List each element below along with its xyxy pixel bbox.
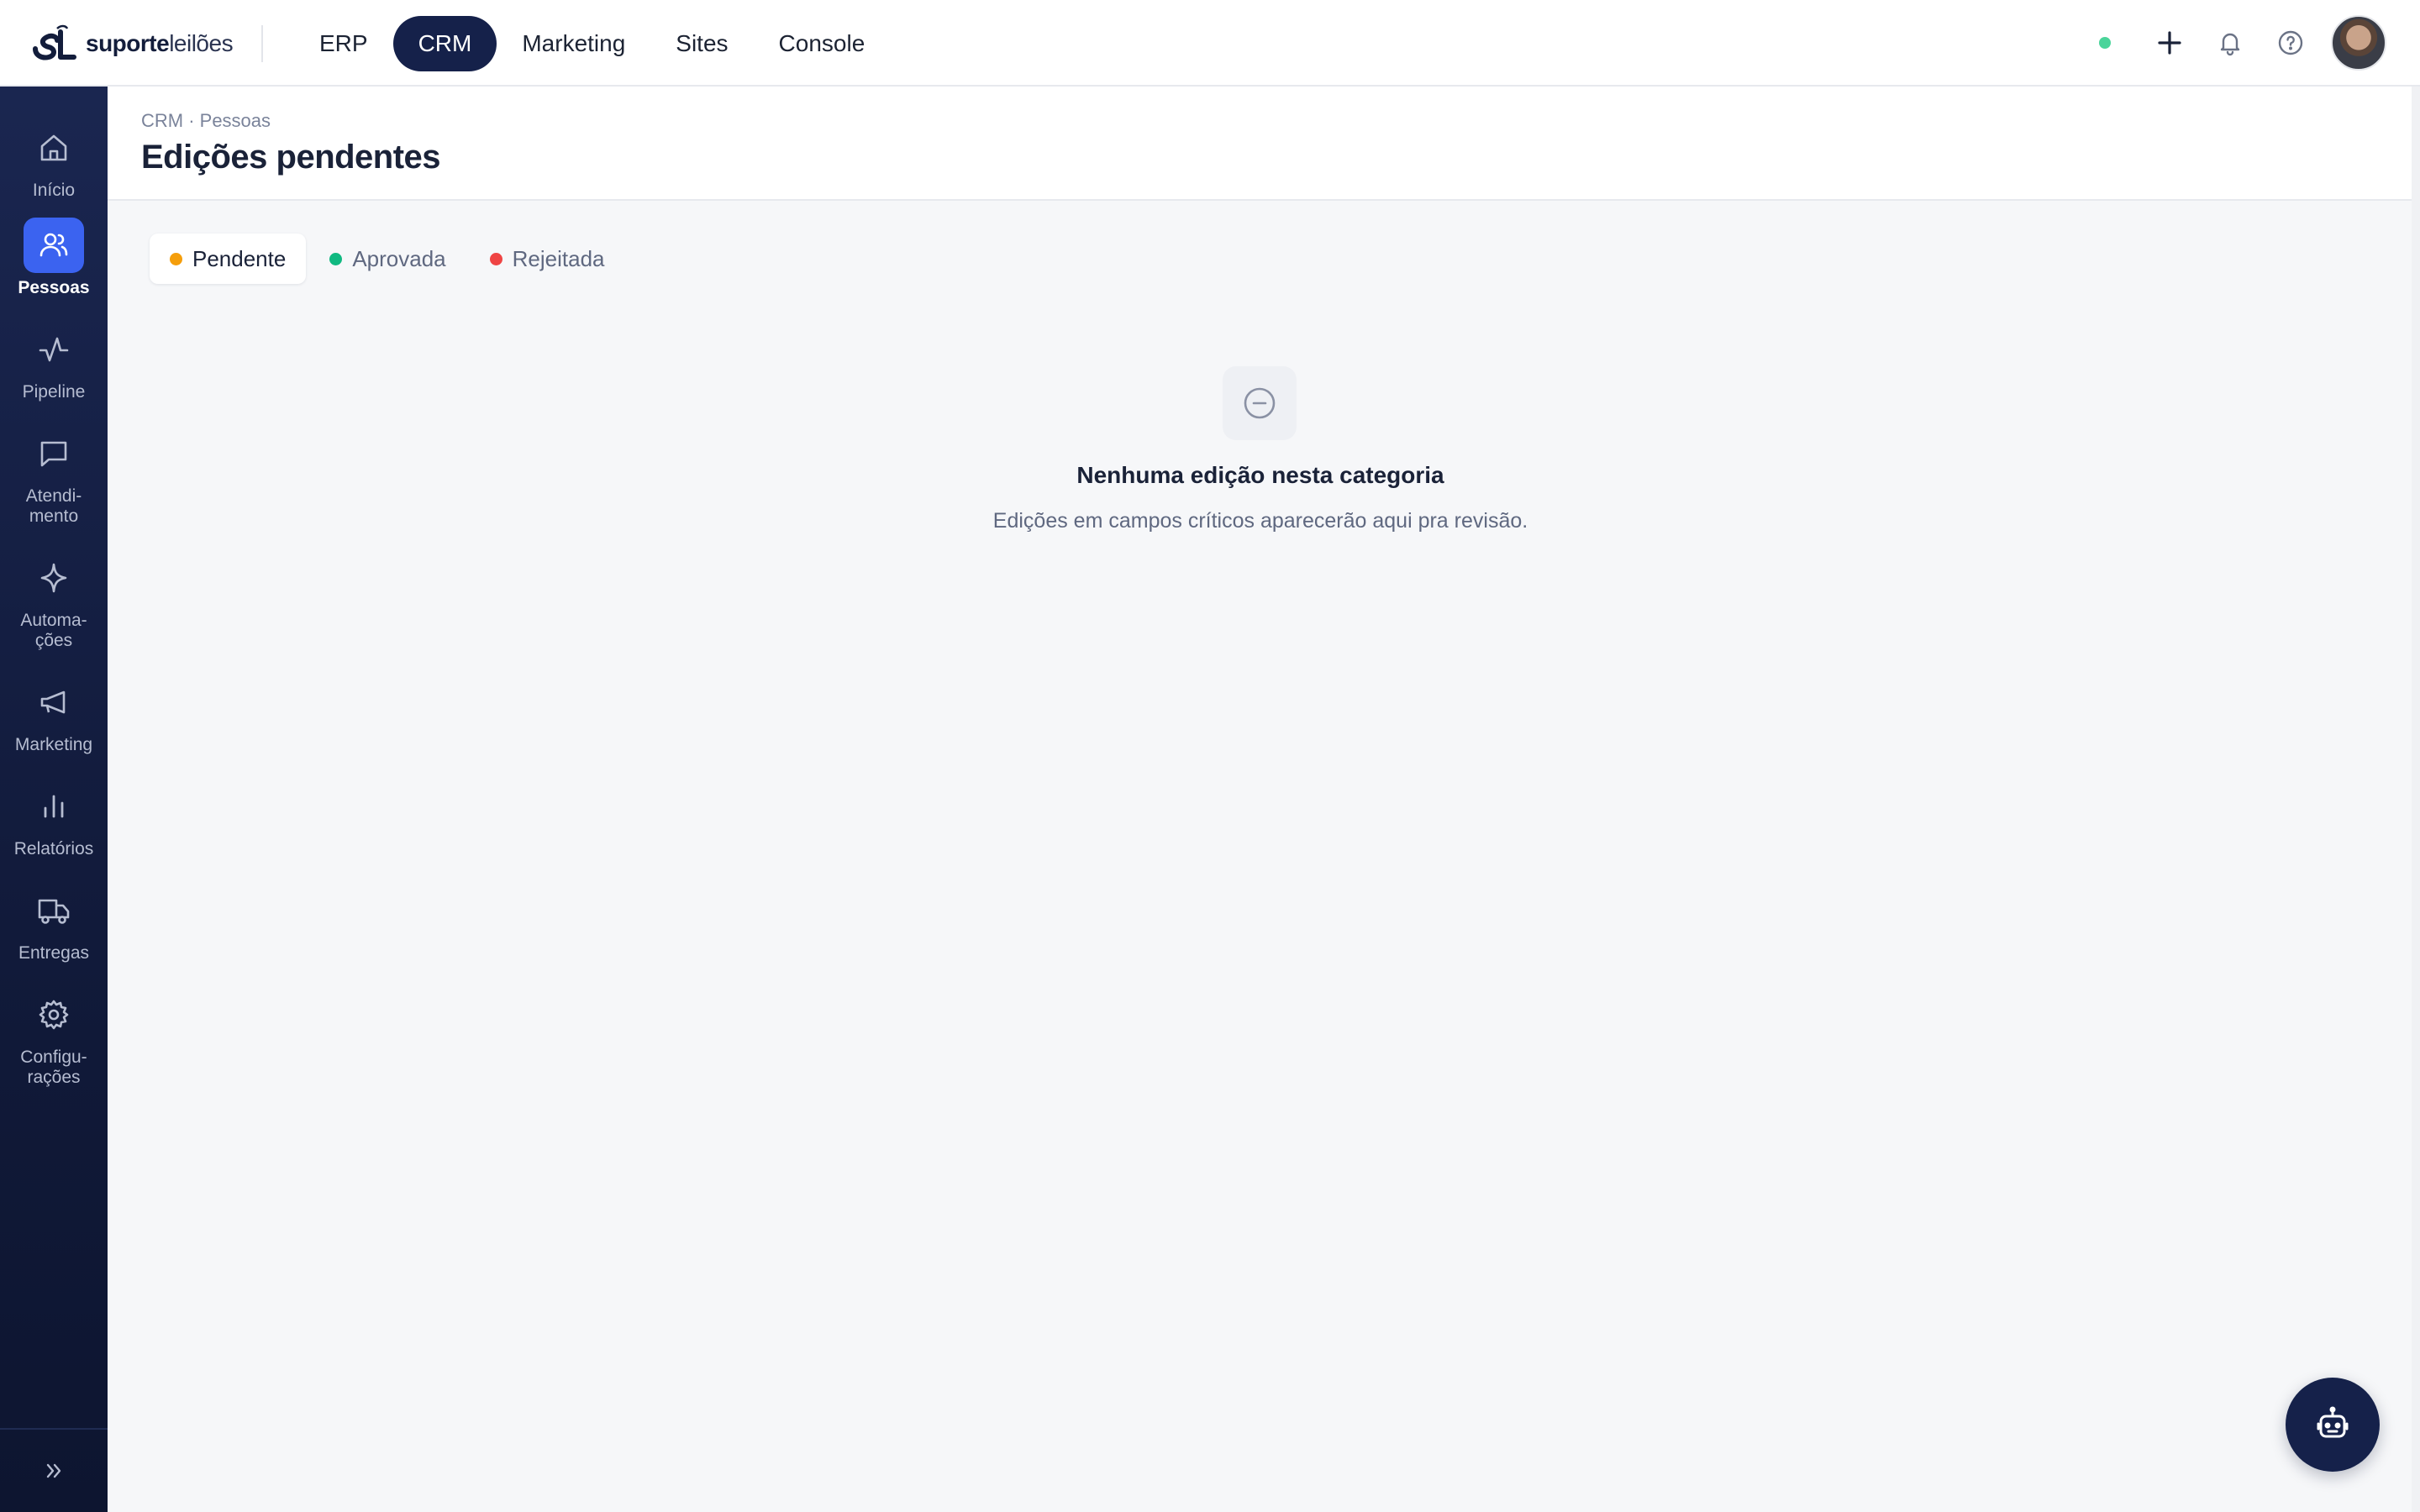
sidebar-item-label: Relatórios bbox=[13, 839, 94, 858]
sidebar: Início Pessoas Pipeline Atendi- mento Au… bbox=[0, 87, 108, 1512]
user-avatar[interactable] bbox=[2331, 15, 2386, 71]
megaphone-icon bbox=[24, 675, 84, 730]
sidebar-item-label: Marketing bbox=[14, 735, 93, 754]
top-bar: suporteleilões ERP CRM Marketing Sites C… bbox=[0, 0, 2420, 87]
sidebar-item-atendimento[interactable]: Atendi- mento bbox=[0, 426, 108, 527]
empty-state-title: Nenhuma edição nesta categoria bbox=[1076, 462, 1444, 488]
page-title: Edições pendentes bbox=[141, 139, 441, 176]
sidebar-item-label: Entregas bbox=[18, 943, 90, 963]
assistant-bot-button[interactable] bbox=[2286, 1378, 2380, 1472]
empty-state-icon-box bbox=[1223, 366, 1297, 440]
tab-label: Pendente bbox=[192, 245, 287, 271]
help-circle-icon[interactable] bbox=[2275, 28, 2306, 58]
page-header: CRM · Pessoas Edições pendentes bbox=[108, 87, 2412, 201]
status-tabs: Pendente Aprovada Rejeitada bbox=[150, 234, 629, 284]
top-nav-erp[interactable]: ERP bbox=[294, 16, 393, 71]
sidebar-item-marketing[interactable]: Marketing bbox=[0, 675, 108, 755]
bell-icon[interactable] bbox=[2215, 28, 2245, 58]
sidebar-item-inicio[interactable]: Início bbox=[0, 120, 108, 201]
pending-status-dot bbox=[170, 252, 182, 265]
scrollbar-track[interactable] bbox=[2412, 87, 2420, 1512]
sidebar-item-label: Atendi- mento bbox=[25, 486, 82, 526]
sidebar-item-entregas[interactable]: Entregas bbox=[0, 883, 108, 963]
sidebar-item-label: Automa- ções bbox=[20, 611, 87, 650]
top-nav-marketing[interactable]: Marketing bbox=[497, 16, 650, 71]
home-icon bbox=[24, 120, 84, 176]
sidebar-item-label: Início bbox=[32, 181, 76, 200]
minus-circle-icon bbox=[1244, 387, 1276, 419]
tab-rejeitada[interactable]: Rejeitada bbox=[470, 234, 625, 284]
message-square-icon bbox=[24, 426, 84, 481]
truck-icon bbox=[24, 883, 84, 938]
gear-icon bbox=[24, 987, 84, 1042]
activity-icon bbox=[24, 322, 84, 377]
tab-label: Rejeitada bbox=[512, 245, 605, 271]
sidebar-item-label: Pipeline bbox=[22, 382, 86, 402]
breadcrumb: CRM · Pessoas bbox=[141, 110, 271, 131]
rejected-status-dot bbox=[489, 252, 502, 265]
bar-chart-icon bbox=[24, 779, 84, 834]
logo-mark-icon bbox=[33, 24, 76, 60]
top-nav: ERP CRM Marketing Sites Console bbox=[294, 16, 890, 71]
bot-icon bbox=[2317, 1406, 2349, 1438]
chevrons-right-icon bbox=[46, 1463, 61, 1478]
approved-status-dot bbox=[329, 252, 343, 265]
sidebar-item-pessoas[interactable]: Pessoas bbox=[0, 218, 108, 298]
sidebar-item-label: Pessoas bbox=[18, 278, 90, 297]
brand-name: suporteleilões bbox=[86, 30, 234, 56]
top-actions bbox=[2099, 15, 2386, 71]
tab-label: Aprovada bbox=[352, 245, 446, 271]
plus-icon[interactable] bbox=[2154, 28, 2185, 58]
top-nav-crm[interactable]: CRM bbox=[392, 16, 497, 71]
top-nav-sites[interactable]: Sites bbox=[650, 16, 753, 71]
sidebar-item-label: Configu- rações bbox=[20, 1047, 87, 1087]
sparkle-icon bbox=[24, 550, 84, 606]
top-divider bbox=[261, 25, 263, 62]
sidebar-item-configuracoes[interactable]: Configu- rações bbox=[0, 987, 108, 1088]
online-status-dot bbox=[2099, 37, 2111, 49]
sidebar-item-pipeline[interactable]: Pipeline bbox=[0, 322, 108, 402]
top-nav-console[interactable]: Console bbox=[754, 16, 891, 71]
tab-pendente[interactable]: Pendente bbox=[150, 234, 307, 284]
sidebar-item-relatorios[interactable]: Relatórios bbox=[0, 779, 108, 859]
tab-aprovada[interactable]: Aprovada bbox=[309, 234, 466, 284]
brand-logo[interactable]: suporteleilões bbox=[32, 24, 234, 64]
empty-state-subtitle: Edições em campos críticos aparecerão aq… bbox=[992, 509, 1528, 533]
users-icon bbox=[24, 218, 84, 273]
sidebar-collapse-button[interactable] bbox=[0, 1428, 108, 1512]
sidebar-item-automacoes[interactable]: Automa- ções bbox=[0, 550, 108, 651]
